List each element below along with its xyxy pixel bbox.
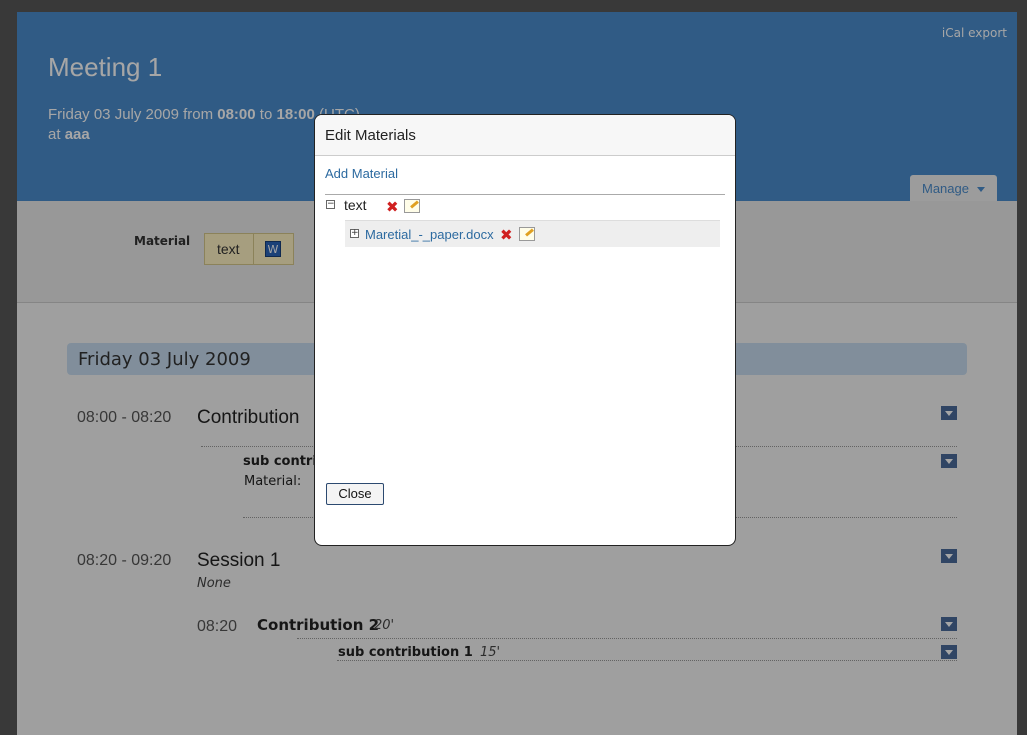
edit-icon[interactable] xyxy=(519,227,535,241)
edit-materials-dialog: Edit Materials Add Material − text ✖ + M… xyxy=(314,114,736,546)
add-material-link[interactable]: Add Material xyxy=(325,166,398,181)
material-file-row: + Maretial_-_paper.docx ✖ xyxy=(345,220,720,247)
delete-icon[interactable]: ✖ xyxy=(386,200,399,215)
close-button[interactable]: Close xyxy=(326,483,384,505)
edit-icon[interactable] xyxy=(404,199,420,213)
material-node-label: text xyxy=(344,197,367,213)
tree-divider xyxy=(325,194,725,195)
expand-icon[interactable]: + xyxy=(350,229,359,238)
material-file-link[interactable]: Maretial_-_paper.docx xyxy=(365,227,494,242)
dialog-title: Edit Materials xyxy=(315,115,735,156)
collapse-icon[interactable]: − xyxy=(326,200,335,209)
delete-icon[interactable]: ✖ xyxy=(500,228,513,243)
